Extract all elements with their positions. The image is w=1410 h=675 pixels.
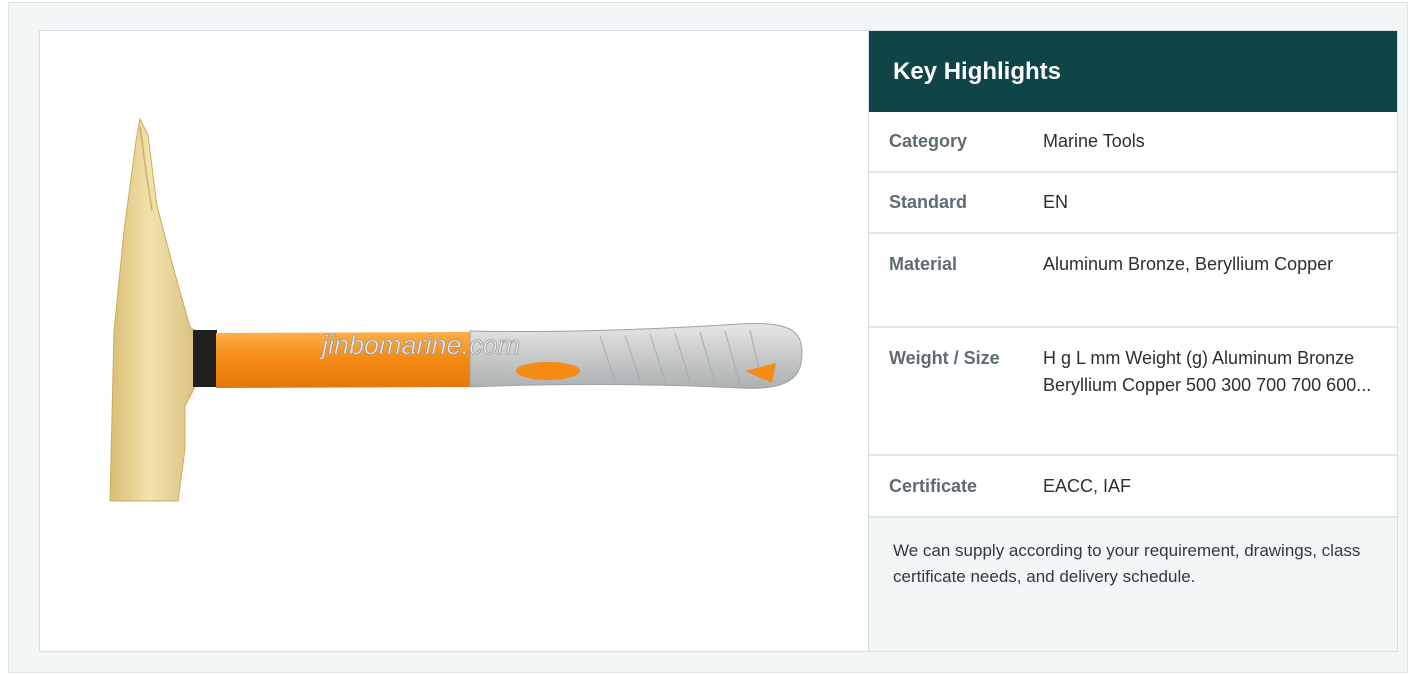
product-card: jinbomarine.com Key Highlights Category … xyxy=(39,30,1398,652)
product-image-pane: jinbomarine.com xyxy=(40,31,869,651)
spec-row-category: Category Marine Tools xyxy=(869,112,1397,173)
spec-row-certificate: Certificate EACC, IAF xyxy=(869,456,1397,518)
spec-value: H g L mm Weight (g) Aluminum Bronze Bery… xyxy=(1043,348,1372,395)
handle-collar xyxy=(193,330,217,387)
product-image: jinbomarine.com xyxy=(109,117,803,502)
spec-value: EACC, IAF xyxy=(1043,475,1132,496)
spec-label: Material xyxy=(889,254,958,274)
watermark-text: jinbomarine.com xyxy=(318,330,520,360)
spec-row-standard: Standard EN xyxy=(869,173,1397,234)
key-highlights-panel: Key Highlights Category Marine Tools Sta… xyxy=(869,31,1397,651)
spec-value: Marine Tools xyxy=(1043,131,1145,151)
spec-value: Aluminum Bronze, Beryllium Copper xyxy=(1043,254,1334,274)
page-background: jinbomarine.com Key Highlights Category … xyxy=(8,2,1408,673)
spec-label: Weight / Size xyxy=(889,348,1000,368)
spec-label: Category xyxy=(889,131,968,151)
spec-row-weight-size: Weight / Size H g L mm Weight (g) Alumin… xyxy=(869,328,1397,456)
spec-label: Certificate xyxy=(889,475,978,496)
supply-note: We can supply according to your requirem… xyxy=(869,518,1397,651)
hammer-head xyxy=(109,117,199,502)
spec-label: Standard xyxy=(889,192,968,212)
spec-row-material: Material Aluminum Bronze, Beryllium Copp… xyxy=(869,234,1397,328)
spec-value: EN xyxy=(1043,192,1069,212)
key-highlights-title: Key Highlights xyxy=(869,31,1397,112)
